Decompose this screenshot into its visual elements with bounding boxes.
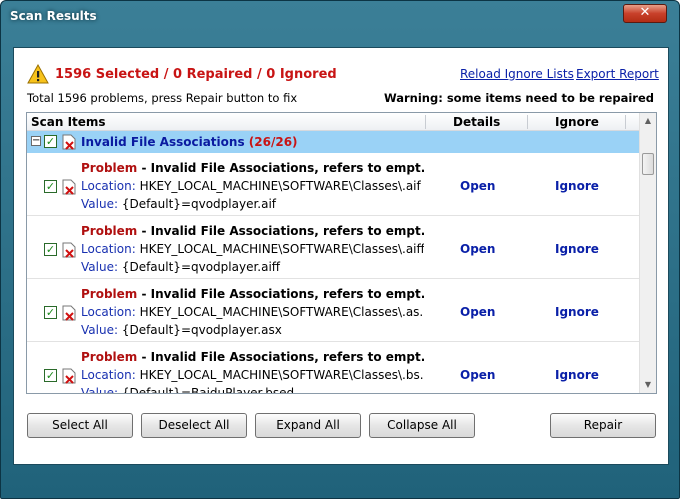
scroll-down-icon[interactable]: ▼ bbox=[640, 377, 656, 393]
selection-summary: 1596 Selected / 0 Repaired / 0 Ignored bbox=[55, 67, 337, 82]
warning-icon bbox=[27, 64, 49, 84]
close-icon: ✕ bbox=[639, 5, 651, 20]
checkbox-icon[interactable]: ✓ bbox=[44, 180, 57, 193]
document-error-icon bbox=[62, 134, 76, 150]
document-error-icon bbox=[62, 242, 76, 258]
reload-ignore-lists-link[interactable]: Reload Ignore Lists bbox=[460, 67, 574, 81]
problem-text: Problem - Invalid File Associations, ref… bbox=[81, 350, 424, 364]
scroll-up-icon[interactable]: ▲ bbox=[640, 113, 656, 129]
column-scan-items[interactable]: Scan Items bbox=[31, 115, 106, 129]
column-ignore[interactable]: Ignore bbox=[555, 115, 599, 129]
problem-text: Problem - Invalid File Associations, ref… bbox=[81, 224, 424, 238]
value-text: Value: {Default}=BaiduPlayer.bsed bbox=[81, 386, 295, 394]
repair-warning: Warning: some items need to be repaired bbox=[383, 91, 654, 105]
column-separator[interactable] bbox=[625, 115, 626, 129]
scan-items-list[interactable]: Scan Items Details Ignore − ✓ Invalid Fi… bbox=[26, 112, 657, 394]
problems-subtext: Total 1596 problems, press Repair button… bbox=[27, 91, 298, 105]
open-link[interactable]: Open bbox=[460, 305, 495, 319]
group-row-invalid-file-associations[interactable]: − ✓ Invalid File Associations (26/26) bbox=[27, 131, 639, 153]
column-separator[interactable] bbox=[527, 115, 528, 129]
ignore-link[interactable]: Ignore bbox=[555, 368, 599, 382]
document-error-icon bbox=[62, 179, 76, 195]
title-bar[interactable]: Scan Results ✕ bbox=[1, 1, 679, 33]
document-error-icon bbox=[62, 368, 76, 384]
deselect-all-button[interactable]: Deselect All bbox=[141, 413, 247, 438]
ignore-link[interactable]: Ignore bbox=[555, 242, 599, 256]
collapse-icon[interactable]: − bbox=[31, 136, 41, 146]
document-error-icon bbox=[62, 305, 76, 321]
vertical-scrollbar[interactable]: ▲ ▼ bbox=[639, 113, 656, 393]
window-title: Scan Results bbox=[10, 9, 97, 23]
list-item[interactable]: ✓ Problem - Invalid File Associations, r… bbox=[27, 153, 639, 216]
open-link[interactable]: Open bbox=[460, 179, 495, 193]
location-text: Location: HKEY_LOCAL_MACHINE\SOFTWARE\Cl… bbox=[81, 368, 424, 382]
group-title: Invalid File Associations (26/26) bbox=[81, 135, 298, 149]
column-separator[interactable] bbox=[425, 115, 426, 129]
open-link[interactable]: Open bbox=[460, 242, 495, 256]
list-item[interactable]: ✓ Problem - Invalid File Associations, r… bbox=[27, 279, 639, 342]
value-text: Value: {Default}=qvodplayer.asx bbox=[81, 323, 282, 337]
problem-text: Problem - Invalid File Associations, ref… bbox=[81, 287, 424, 301]
list-item[interactable]: ✓ Problem - Invalid File Associations, r… bbox=[27, 342, 639, 394]
checkbox-icon[interactable]: ✓ bbox=[44, 369, 57, 382]
open-link[interactable]: Open bbox=[460, 368, 495, 382]
repair-button[interactable]: Repair bbox=[550, 413, 656, 438]
ignore-link[interactable]: Ignore bbox=[555, 305, 599, 319]
export-report-link[interactable]: Export Report bbox=[576, 67, 659, 81]
scan-results-window: Scan Results ✕ 1596 Selected / 0 Repaire… bbox=[0, 0, 680, 499]
value-text: Value: {Default}=qvodplayer.aif bbox=[81, 197, 277, 211]
checkbox-icon[interactable]: ✓ bbox=[44, 243, 57, 256]
problem-text: Problem - Invalid File Associations, ref… bbox=[81, 161, 424, 175]
checkbox-icon[interactable]: ✓ bbox=[44, 306, 57, 319]
column-header: Scan Items Details Ignore bbox=[27, 113, 639, 131]
location-text: Location: HKEY_LOCAL_MACHINE\SOFTWARE\Cl… bbox=[81, 242, 424, 256]
location-text: Location: HKEY_LOCAL_MACHINE\SOFTWARE\Cl… bbox=[81, 305, 424, 319]
checkbox-icon[interactable]: ✓ bbox=[44, 135, 57, 148]
select-all-button[interactable]: Select All bbox=[27, 413, 133, 438]
ignore-link[interactable]: Ignore bbox=[555, 179, 599, 193]
collapse-all-button[interactable]: Collapse All bbox=[369, 413, 475, 438]
value-text: Value: {Default}=qvodplayer.aiff bbox=[81, 260, 281, 274]
list-item[interactable]: ✓ Problem - Invalid File Associations, r… bbox=[27, 216, 639, 279]
expand-all-button[interactable]: Expand All bbox=[255, 413, 361, 438]
location-text: Location: HKEY_LOCAL_MACHINE\SOFTWARE\Cl… bbox=[81, 179, 421, 193]
close-button[interactable]: ✕ bbox=[623, 4, 667, 23]
client-area: 1596 Selected / 0 Repaired / 0 Ignored R… bbox=[13, 47, 669, 465]
column-details[interactable]: Details bbox=[453, 115, 500, 129]
scroll-thumb[interactable] bbox=[642, 153, 654, 175]
